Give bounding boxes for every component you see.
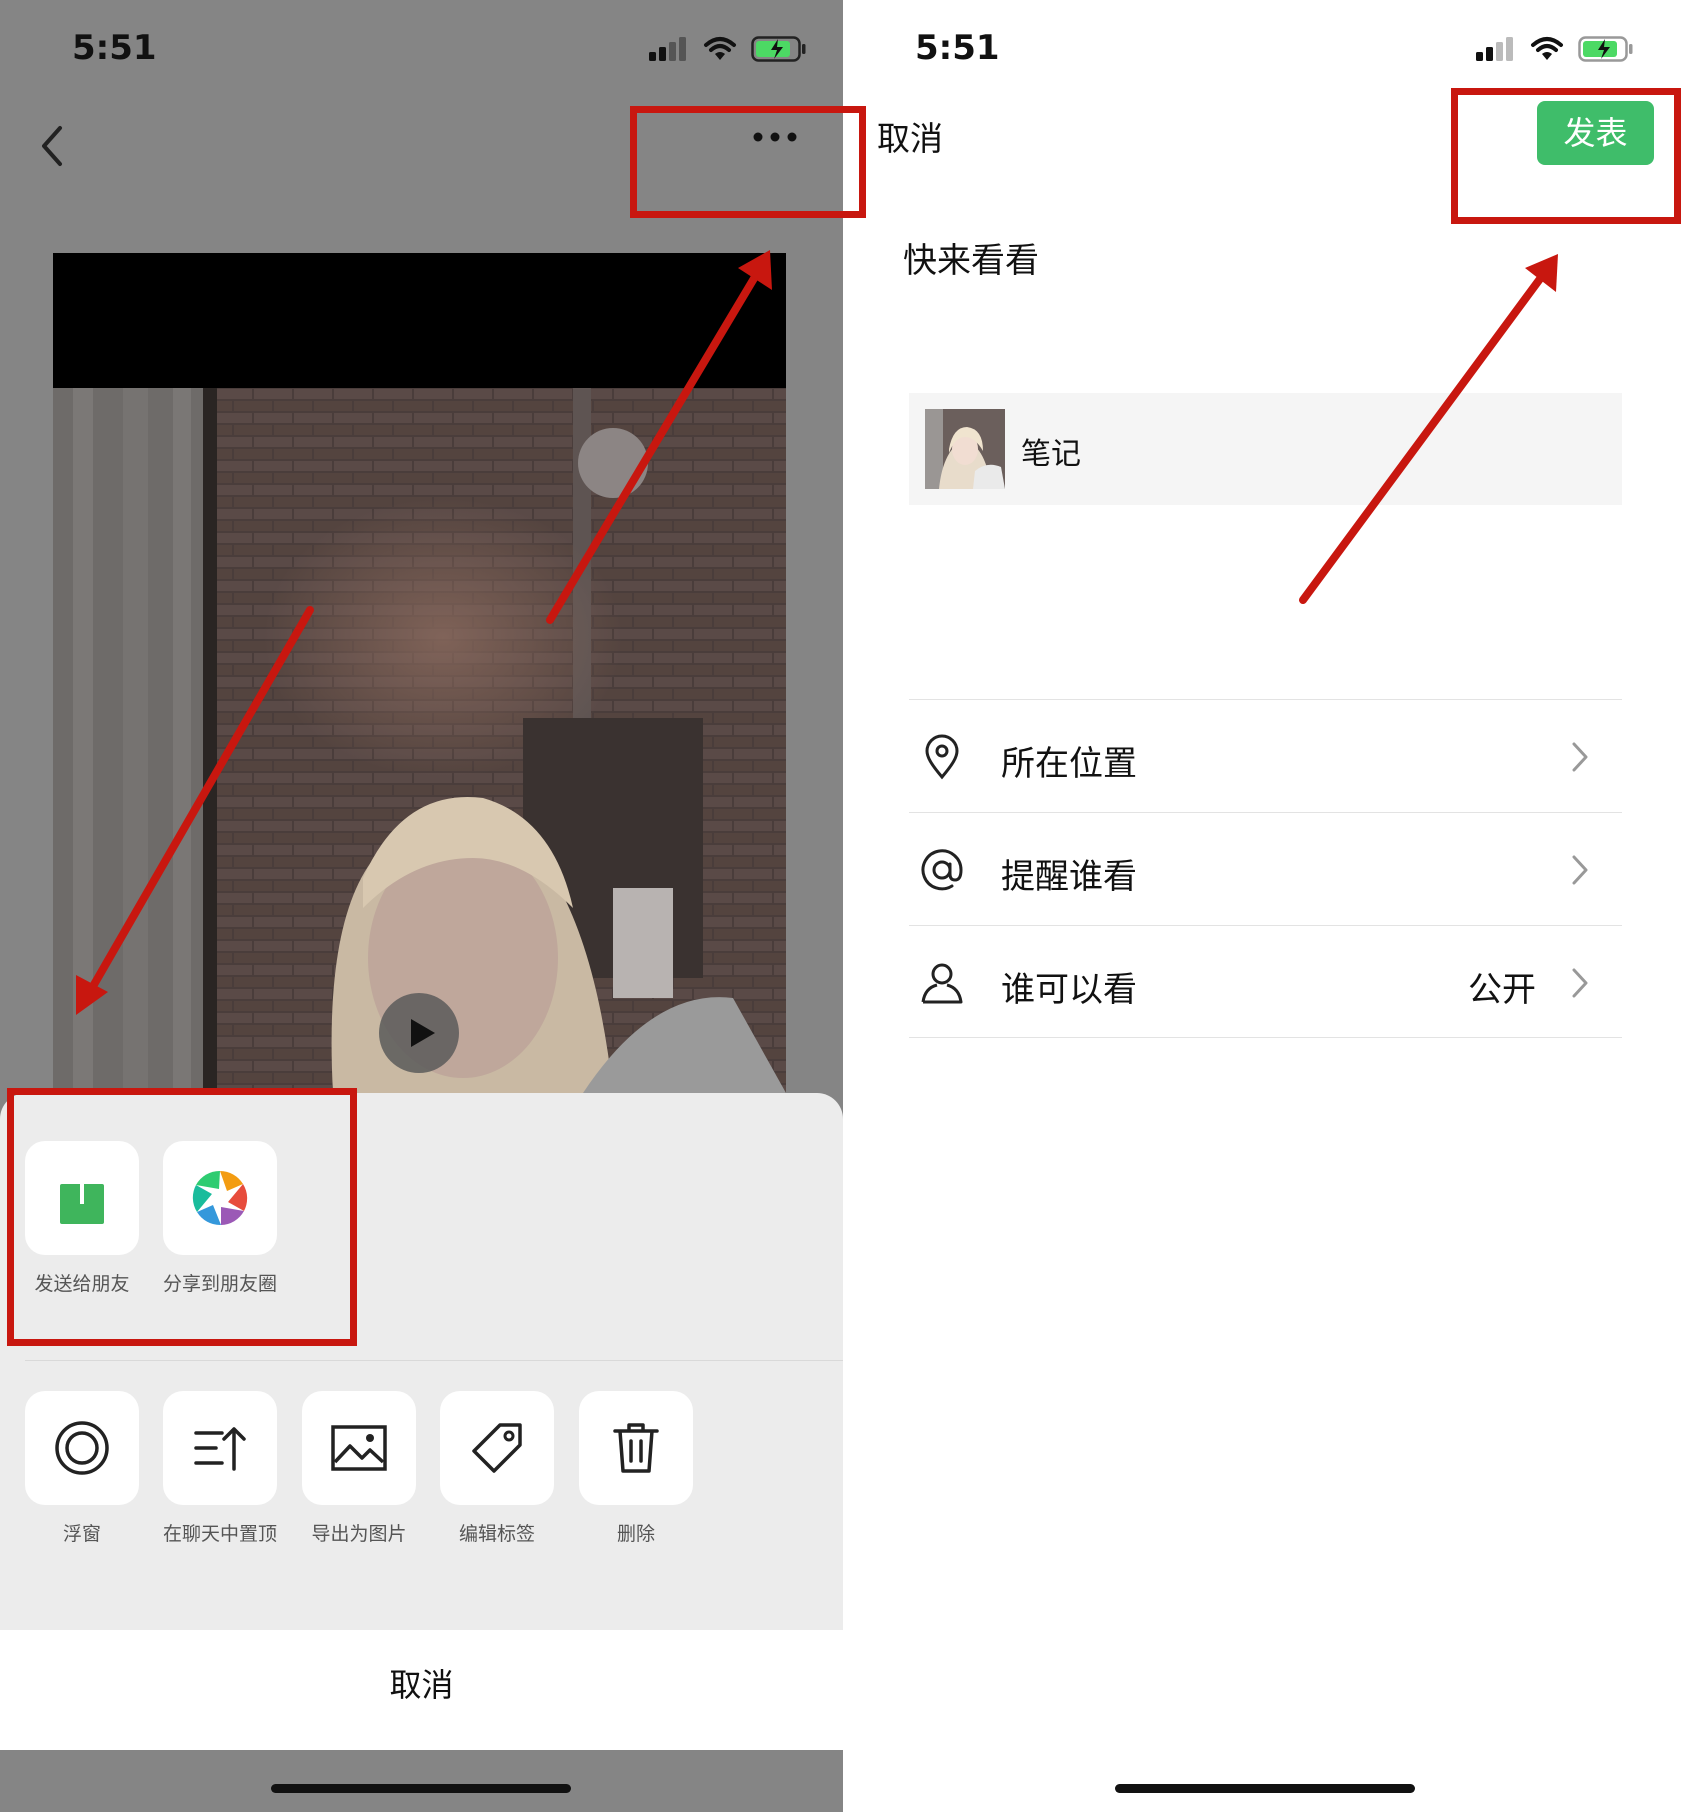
shared-link-card[interactable]: 笔记 xyxy=(909,393,1622,505)
at-sign-icon xyxy=(921,849,963,891)
post-options-list: 所在位置 提醒谁看 谁可以看 公开 xyxy=(909,699,1622,1038)
play-icon xyxy=(411,1019,435,1047)
annotation-box-share-actions xyxy=(7,1088,357,1346)
floating-window-icon xyxy=(55,1421,109,1475)
annotation-box-more-button xyxy=(630,106,866,218)
status-bar: 5:51 xyxy=(843,0,1686,100)
action-edit-tags[interactable]: 编辑标签 xyxy=(440,1391,554,1546)
sheet-cancel-label: 取消 xyxy=(389,1666,454,1704)
pin-to-top-icon xyxy=(194,1427,246,1471)
export-image-icon xyxy=(331,1425,387,1471)
battery-charging-icon xyxy=(751,36,806,62)
right-phone-screen: 5:51 取消 发表 快来看看 笔记 所在位置 提醒谁看 谁可以看 公开 xyxy=(843,0,1686,1812)
wifi-icon xyxy=(704,37,736,60)
action-pin-to-top[interactable]: 在聊天中置顶 xyxy=(163,1391,277,1546)
location-pin-icon xyxy=(925,734,959,780)
signal-icon xyxy=(1476,37,1513,61)
option-location[interactable]: 所在位置 xyxy=(909,699,1622,812)
left-phone-screen: 5:51 发送给朋友 分享到朋友圈 浮窗 在聊天中置顶 导出为图片 编辑标签 删… xyxy=(0,0,843,1812)
status-time: 5:51 xyxy=(72,28,157,68)
person-icon xyxy=(921,963,963,1004)
wifi-icon xyxy=(1531,37,1563,60)
cancel-button[interactable]: 取消 xyxy=(877,112,943,160)
action-floating-window[interactable]: 浮窗 xyxy=(25,1391,139,1546)
status-time: 5:51 xyxy=(915,28,1000,68)
chevron-right-icon xyxy=(1572,855,1588,885)
video-frame-image xyxy=(53,388,786,1093)
option-value: 公开 xyxy=(1468,970,1536,1010)
annotation-box-publish-button xyxy=(1451,88,1681,224)
back-chevron-icon[interactable] xyxy=(30,114,74,174)
signal-icon xyxy=(649,37,686,61)
status-icons xyxy=(1476,36,1634,62)
link-thumbnail xyxy=(925,409,1005,489)
option-label: 谁可以看 xyxy=(1001,970,1137,1010)
tag-icon xyxy=(472,1423,522,1473)
chevron-right-icon xyxy=(1572,968,1588,998)
video-preview[interactable] xyxy=(53,253,786,1093)
option-label: 提醒谁看 xyxy=(1001,857,1137,897)
post-text-input[interactable]: 快来看看 xyxy=(903,233,1039,282)
action-delete[interactable]: 删除 xyxy=(579,1391,693,1546)
action-label: 删除 xyxy=(616,1523,655,1545)
link-title: 笔记 xyxy=(1021,437,1081,472)
option-label: 所在位置 xyxy=(1001,744,1137,784)
play-button[interactable] xyxy=(379,993,459,1073)
status-icons xyxy=(649,36,807,62)
status-bar: 5:51 xyxy=(0,0,843,100)
home-indicator xyxy=(1115,1784,1415,1793)
action-export-image[interactable]: 导出为图片 xyxy=(302,1391,416,1546)
thumbnail-image xyxy=(925,409,1005,489)
option-remind[interactable]: 提醒谁看 xyxy=(909,812,1622,925)
trash-icon xyxy=(613,1423,659,1473)
sheet-divider xyxy=(25,1360,843,1361)
home-indicator xyxy=(271,1784,571,1793)
option-visibility[interactable]: 谁可以看 公开 xyxy=(909,925,1622,1038)
battery-charging-icon xyxy=(1578,36,1633,62)
sheet-cancel-button[interactable]: 取消 xyxy=(0,1630,843,1750)
chevron-right-icon xyxy=(1572,742,1588,772)
